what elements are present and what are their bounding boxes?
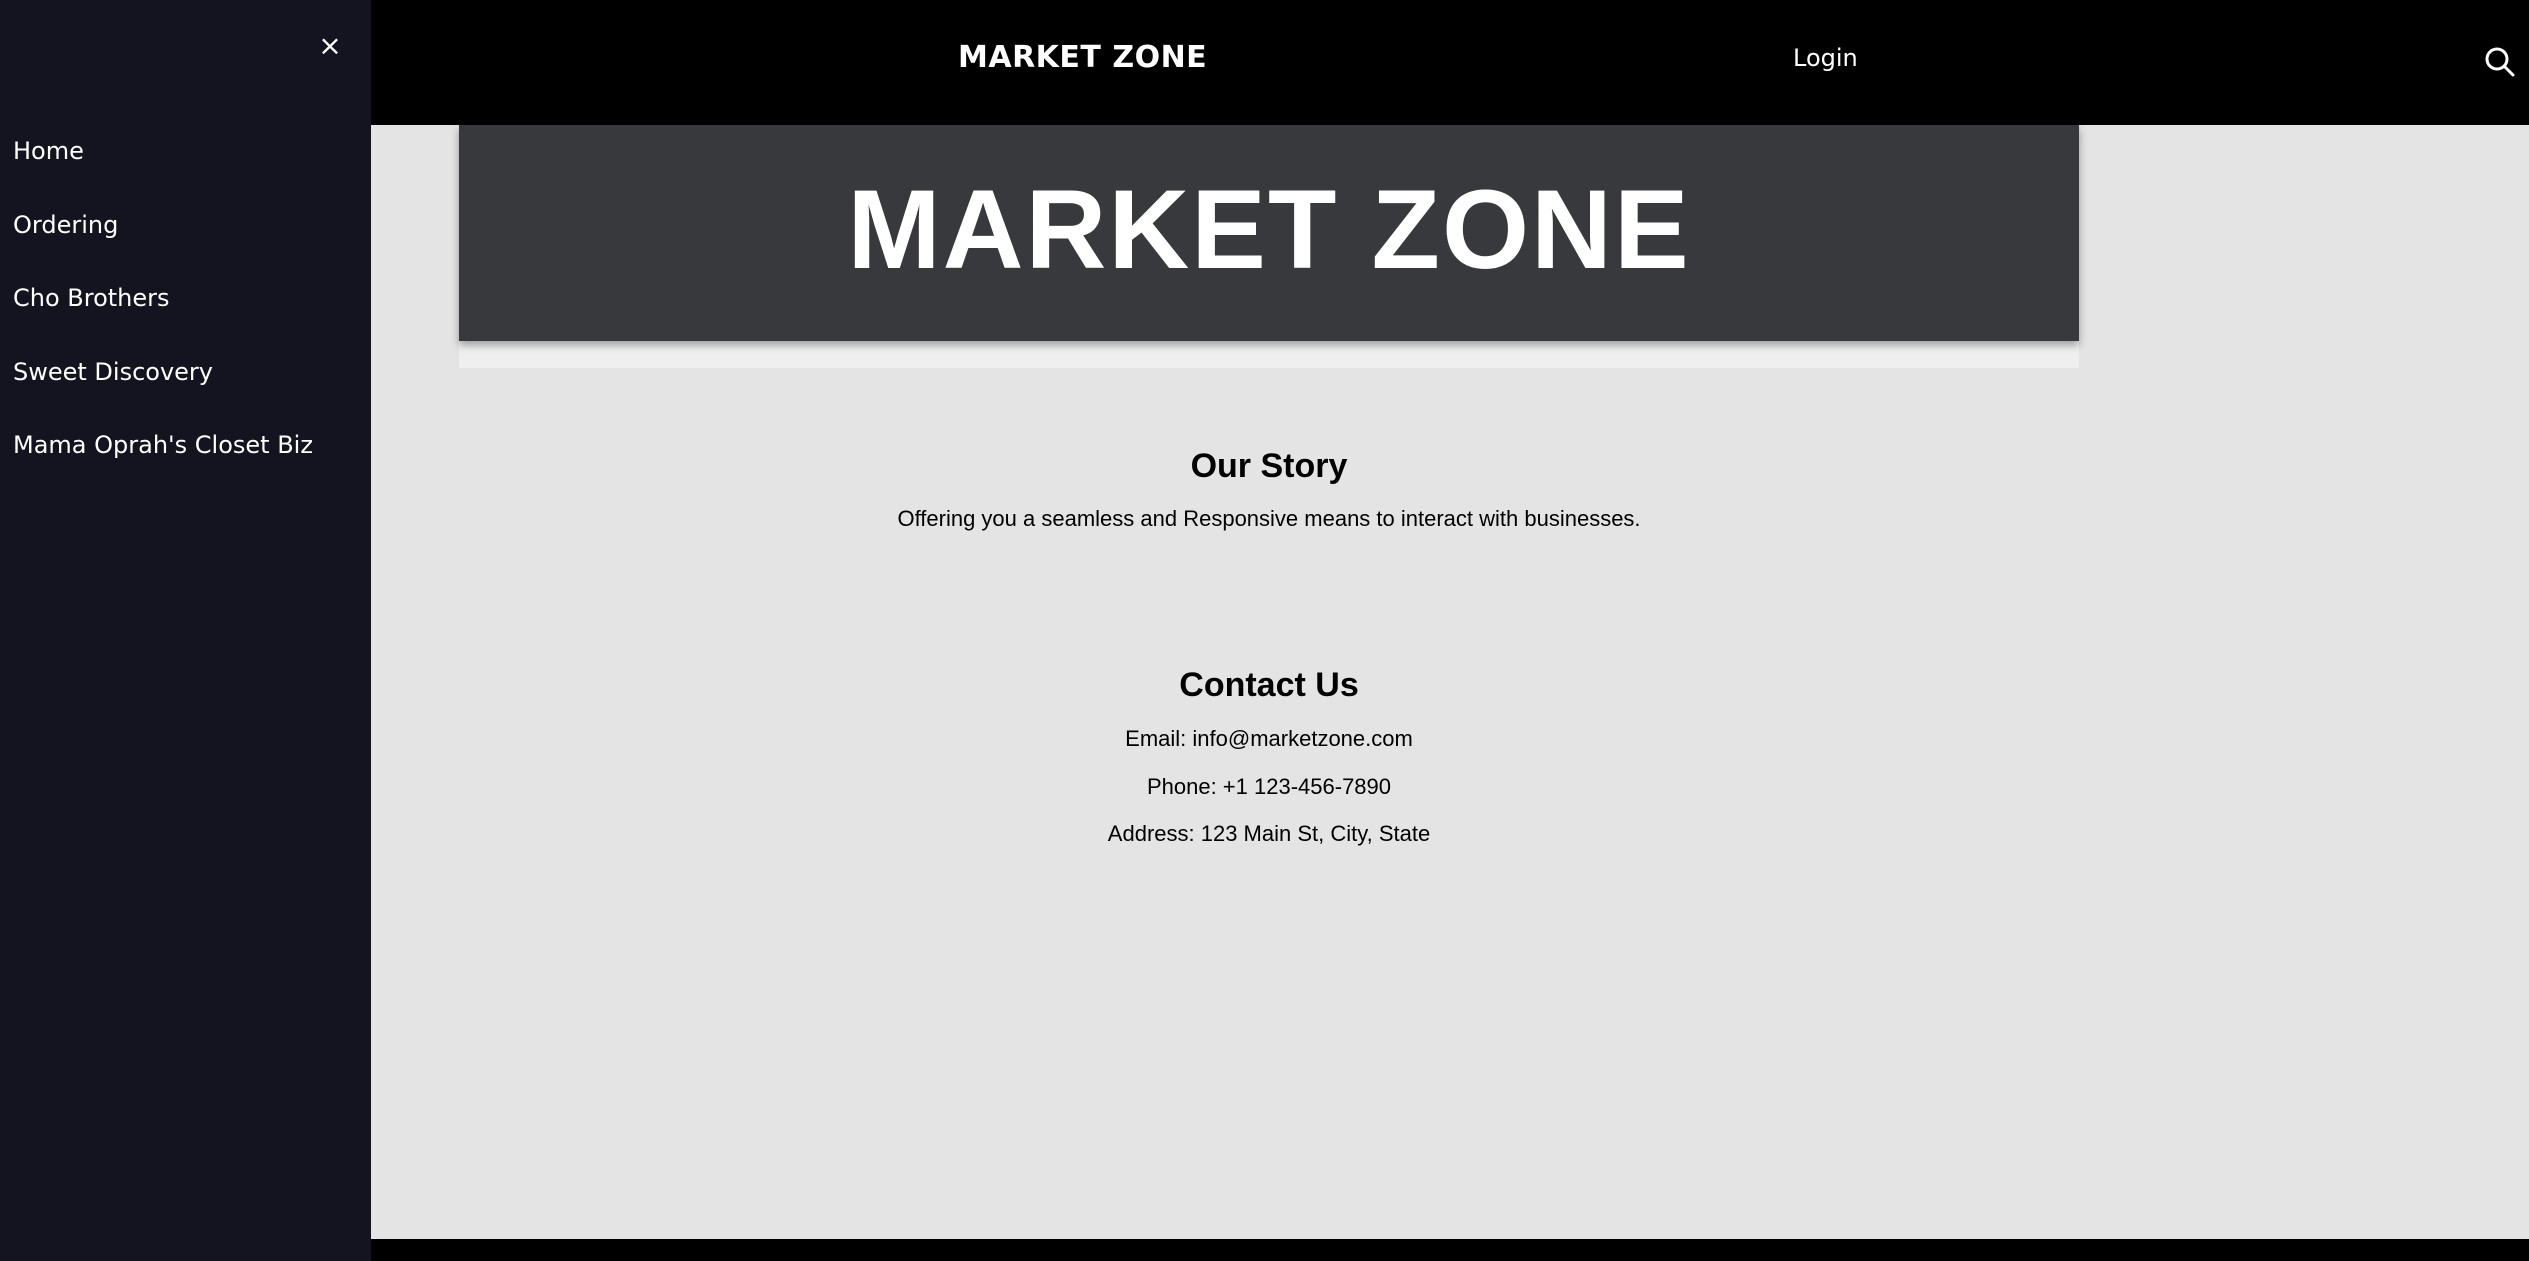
search-icon[interactable] [2482,44,2518,80]
hero-banner: MARKET ZONE [459,125,2079,341]
contact-phone: Phone: +1 123-456-7890 [1146,773,1392,799]
sidebar-item-cho-brothers[interactable]: Cho Brothers [13,275,313,349]
our-story-section: Our Story Offering you a seamless and Re… [459,447,2079,532]
sidebar-item-home[interactable]: Home [13,128,313,202]
contact-section: Contact Us Email: info@marketzone.com Ph… [459,666,2079,868]
sidebar-item-sweet-discovery[interactable]: Sweet Discovery [13,349,313,423]
sidebar-item-mama-oprahs-closet-biz[interactable]: Mama Oprah's Closet Biz [13,422,313,496]
sidebar-item-ordering[interactable]: Ordering [13,202,313,276]
brand-name[interactable]: MARKET ZONE [958,40,1207,75]
contact-email: Email: info@marketzone.com [1125,726,1413,751]
hero-title: MARKET ZONE [847,166,1691,292]
footer [371,1239,2529,1261]
our-story-heading: Our Story [1190,447,1348,485]
login-link[interactable]: Login [1793,44,1858,72]
top-navbar: MARKET ZONE Login [371,0,2529,125]
sidebar: × Home Ordering Cho Brothers Sweet Disco… [0,0,371,1261]
contact-address: Address: 123 Main St, City, State [1107,821,1431,846]
close-icon[interactable]: × [313,26,347,66]
contact-heading: Contact Us [1179,666,1359,704]
our-story-text: Offering you a seamless and Responsive m… [897,506,1641,531]
sidebar-nav: Home Ordering Cho Brothers Sweet Discove… [13,128,313,496]
main-content: MARKET ZONE Our Story Offering you a sea… [371,125,2529,1239]
